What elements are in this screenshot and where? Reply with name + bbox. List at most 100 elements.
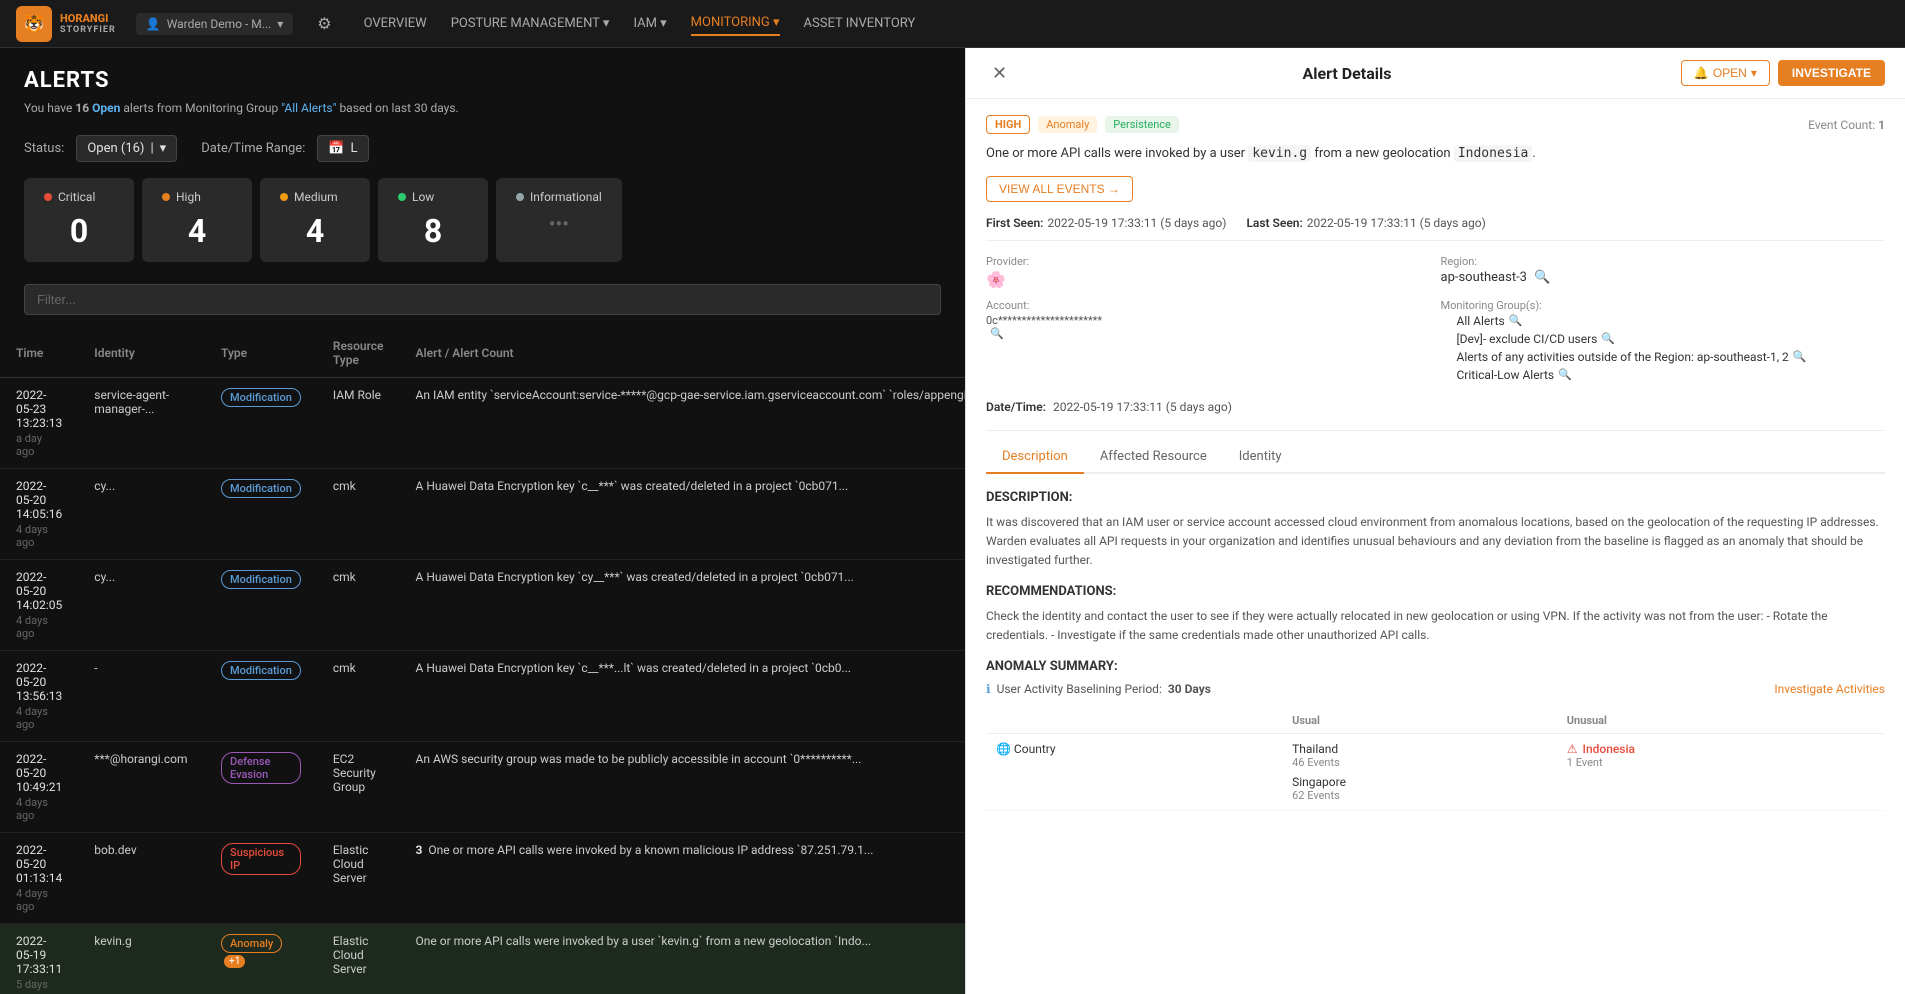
cell-alert: A Huawei Data Encryption key `cy__***` w… [400, 560, 965, 651]
table-row[interactable]: 2022-05-23 13:23:13 a day ago service-ag… [0, 378, 965, 469]
date-range-picker[interactable]: 📅 L [317, 135, 368, 162]
anomaly-summary: ANOMALY SUMMARY: ℹ User Activity Baselin… [986, 659, 1885, 811]
anomaly-col-field [986, 708, 1282, 734]
cell-resource: Elastic Cloud Server [317, 833, 400, 924]
nav-overview[interactable]: OVERVIEW [364, 12, 427, 35]
severity-card-low[interactable]: Low 8 [378, 178, 488, 262]
cell-type: Modification [205, 560, 317, 651]
cell-identity: - [78, 651, 205, 742]
cell-alert: A Huawei Data Encryption key `c__***...l… [400, 651, 965, 742]
filter-input[interactable] [24, 284, 941, 315]
unusual-country-value: Indonesia [1583, 742, 1635, 756]
desc-section-title: DESCRIPTION: [986, 490, 1885, 505]
time-primary: 2022-05-19 17:33:11 [16, 934, 62, 976]
status-divider: | [150, 141, 153, 156]
cell-time: 2022-05-20 13:56:13 4 days ago [0, 651, 78, 742]
nav-asset[interactable]: ASSET INVENTORY [804, 12, 916, 35]
alert-text: A Huawei Data Encryption key `c__***...l… [416, 661, 851, 675]
event-count: Event Count: 1 [1808, 118, 1885, 132]
detail-body: HIGH Anomaly Persistence Event Count: 1 … [966, 99, 1905, 827]
calendar-icon: 📅 [328, 141, 344, 156]
cell-type: Suspicious IP [205, 833, 317, 924]
country-flag-icon: 🌐 [996, 742, 1011, 756]
status-chevron-icon: ▾ [160, 141, 167, 156]
header-actions: 🔔 OPEN ▾ INVESTIGATE [1681, 60, 1885, 86]
cell-time: 2022-05-19 17:33:11 5 days ago [0, 924, 78, 994]
chevron-down-icon: ▾ [277, 17, 283, 31]
time-secondary: 4 days ago [16, 887, 62, 913]
nav-posture[interactable]: POSTURE MANAGEMENT ▾ [451, 12, 610, 35]
mg-search-icon[interactable]: 🔍 [1601, 332, 1615, 345]
table-row[interactable]: 2022-05-19 17:33:11 5 days ago kevin.g A… [0, 924, 965, 994]
monitoring-groups-item: Monitoring Group(s): All Alerts 🔍 [Dev]-… [1441, 299, 1886, 386]
logo-text: HORANGI STORYFIER [60, 12, 116, 36]
mg-search-icon[interactable]: 🔍 [1509, 314, 1523, 327]
settings-icon[interactable]: ⚙ [317, 14, 331, 33]
severity-high-label: High [176, 190, 201, 204]
cell-alert: One or more API calls were invoked by a … [400, 924, 965, 994]
table-row[interactable]: 2022-05-20 14:05:16 4 days ago cy... Mod… [0, 469, 965, 560]
open-button[interactable]: 🔔 OPEN ▾ [1681, 60, 1770, 86]
nav-monitoring[interactable]: MONITORING ▾ [691, 11, 780, 36]
view-events-button[interactable]: VIEW ALL EVENTS → [986, 176, 1133, 202]
status-dropdown[interactable]: Open (16) | ▾ [76, 135, 177, 162]
info-grid: Provider: 🌸 Region: ap-southeast-3 🔍 Acc… [986, 255, 1885, 386]
account-item: Account: 0c********************** 🔍 [986, 299, 1431, 386]
list-item: Alerts of any activities outside of the … [1457, 350, 1886, 364]
account-name: Warden Demo - M... [167, 17, 272, 31]
severity-card-info[interactable]: Informational ••• [496, 178, 622, 262]
alert-count: 3 [416, 843, 423, 857]
mg-search-icon[interactable]: 🔍 [1558, 368, 1572, 381]
usual-country-1: Thailand [1292, 742, 1547, 756]
severity-card-medium[interactable]: Medium 4 [260, 178, 370, 262]
unusual-country-events: 1 Event [1567, 756, 1875, 769]
list-item: Critical-Low Alerts 🔍 [1457, 368, 1886, 382]
cell-type: Modification [205, 469, 317, 560]
col-identity: Identity [78, 329, 205, 378]
severity-high-header: High [162, 190, 232, 204]
baselining-days: 30 Days [1168, 682, 1211, 696]
baselining-row: ℹ User Activity Baselining Period: 30 Da… [986, 682, 1885, 696]
rec-section-title: RECOMMENDATIONS: [986, 584, 1885, 599]
date-range-value: L [351, 141, 358, 156]
table-row[interactable]: 2022-05-20 14:02:05 4 days ago cy... Mod… [0, 560, 965, 651]
type-badge: Anomaly [221, 934, 282, 953]
severity-low-label: Low [412, 190, 434, 204]
list-item: [Dev]- exclude CI/CD users 🔍 [1457, 332, 1886, 346]
severity-medium-header: Medium [280, 190, 350, 204]
open-chevron-icon: ▾ [1751, 66, 1757, 80]
account-icon: 👤 [146, 17, 161, 31]
tab-identity[interactable]: Identity [1223, 441, 1298, 474]
mg-search-icon[interactable]: 🔍 [1793, 350, 1807, 363]
time-secondary: 5 days ago [16, 978, 62, 994]
severity-card-critical[interactable]: Critical 0 [24, 178, 134, 262]
table-row[interactable]: 2022-05-20 01:13:14 4 days ago bob.dev S… [0, 833, 965, 924]
tab-description[interactable]: Description [986, 441, 1084, 474]
account-search-icon[interactable]: 🔍 [990, 327, 1431, 340]
close-button[interactable]: ✕ [986, 61, 1013, 86]
open-icon: 🔔 [1694, 66, 1709, 80]
investigate-button[interactable]: INVESTIGATE [1778, 60, 1885, 86]
time-secondary: 4 days ago [16, 614, 62, 640]
tab-affected-resource[interactable]: Affected Resource [1084, 441, 1223, 474]
rec-text: Check the identity and contact the user … [986, 607, 1885, 645]
account-selector[interactable]: 👤 Warden Demo - M... ▾ [136, 13, 294, 35]
cell-type: Modification [205, 651, 317, 742]
cell-type: Defense Evasion [205, 742, 317, 833]
cell-time: 2022-05-23 13:23:13 a day ago [0, 378, 78, 469]
severity-card-high[interactable]: High 4 [142, 178, 252, 262]
alerts-table: Time Identity Type Resource Type Alert /… [0, 329, 965, 994]
region-search-icon[interactable]: 🔍 [1534, 270, 1550, 285]
alerts-title: ALERTS [24, 68, 941, 93]
dot-info [516, 193, 524, 201]
detail-tabs: Description Affected Resource Identity [986, 441, 1885, 474]
investigate-activities-link[interactable]: Investigate Activities [1774, 682, 1885, 696]
detail-title: Alert Details [1303, 64, 1392, 83]
severity-critical-header: Critical [44, 190, 114, 204]
table-row[interactable]: 2022-05-20 13:56:13 4 days ago - Modific… [0, 651, 965, 742]
col-resource: Resource Type [317, 329, 400, 378]
nav-links: OVERVIEW POSTURE MANAGEMENT ▾ IAM ▾ MONI… [364, 11, 916, 36]
table-row[interactable]: 2022-05-20 10:49:21 4 days ago ***@horan… [0, 742, 965, 833]
severity-row: HIGH Anomaly Persistence Event Count: 1 [986, 115, 1885, 134]
nav-iam[interactable]: IAM ▾ [633, 12, 666, 35]
